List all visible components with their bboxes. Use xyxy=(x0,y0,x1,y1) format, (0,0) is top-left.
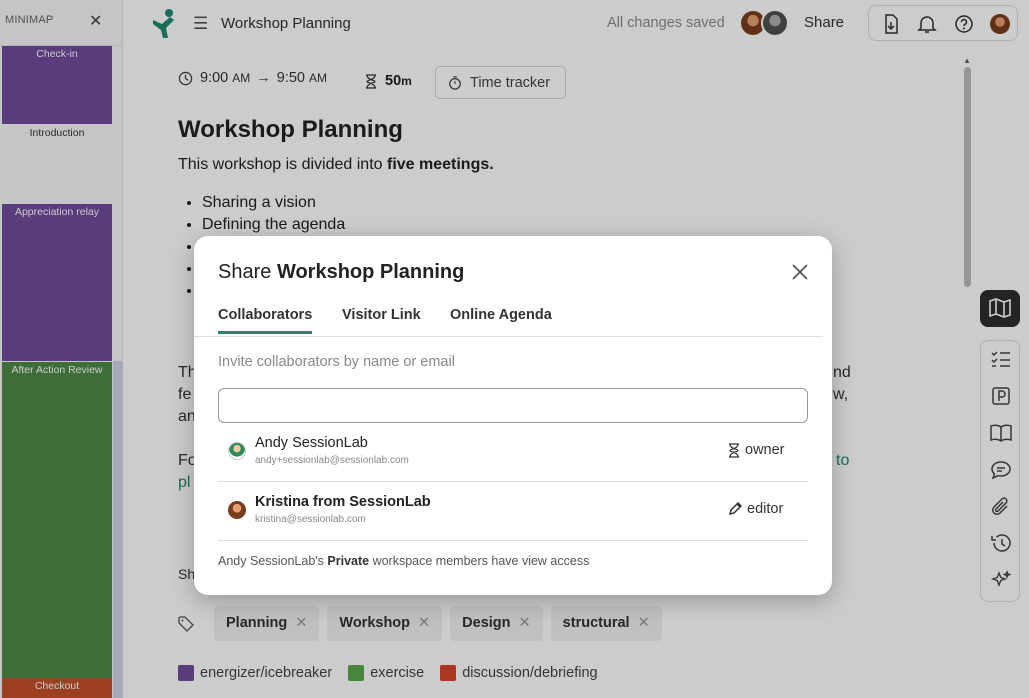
workspace-access-note: Andy SessionLab's Private workspace memb… xyxy=(218,554,590,568)
tab-online-agenda[interactable]: Online Agenda xyxy=(450,307,552,323)
invite-input[interactable] xyxy=(218,388,808,423)
close-icon[interactable] xyxy=(790,262,810,282)
pencil-icon xyxy=(728,502,742,516)
role-dropdown[interactable]: editor xyxy=(728,501,783,517)
collaborator-email: kristina@sessionlab.com xyxy=(255,514,366,525)
collaborator-name: Kristina from SessionLab xyxy=(255,494,431,510)
share-dialog: Share Workshop Planning Collaborators Vi… xyxy=(194,236,832,595)
tab-collaborators[interactable]: Collaborators xyxy=(218,307,313,334)
collaborator-name: Andy SessionLab xyxy=(255,435,368,451)
avatar xyxy=(228,501,246,519)
owner-icon xyxy=(729,442,739,458)
share-tabs: Collaborators Visitor Link Online Agenda xyxy=(194,306,823,337)
dialog-title: Share Workshop Planning xyxy=(218,261,465,283)
avatar xyxy=(228,442,246,460)
collaborator-row[interactable]: Andy SessionLab andy+sessionlab@sessionl… xyxy=(218,423,808,482)
invite-label: Invite collaborators by name or email xyxy=(218,354,455,370)
role-badge: owner xyxy=(728,442,785,458)
tab-visitor-link[interactable]: Visitor Link xyxy=(342,307,421,323)
collaborator-email: andy+sessionlab@sessionlab.com xyxy=(255,455,409,466)
collaborator-row[interactable]: Kristina from SessionLab kristina@sessio… xyxy=(218,482,808,541)
